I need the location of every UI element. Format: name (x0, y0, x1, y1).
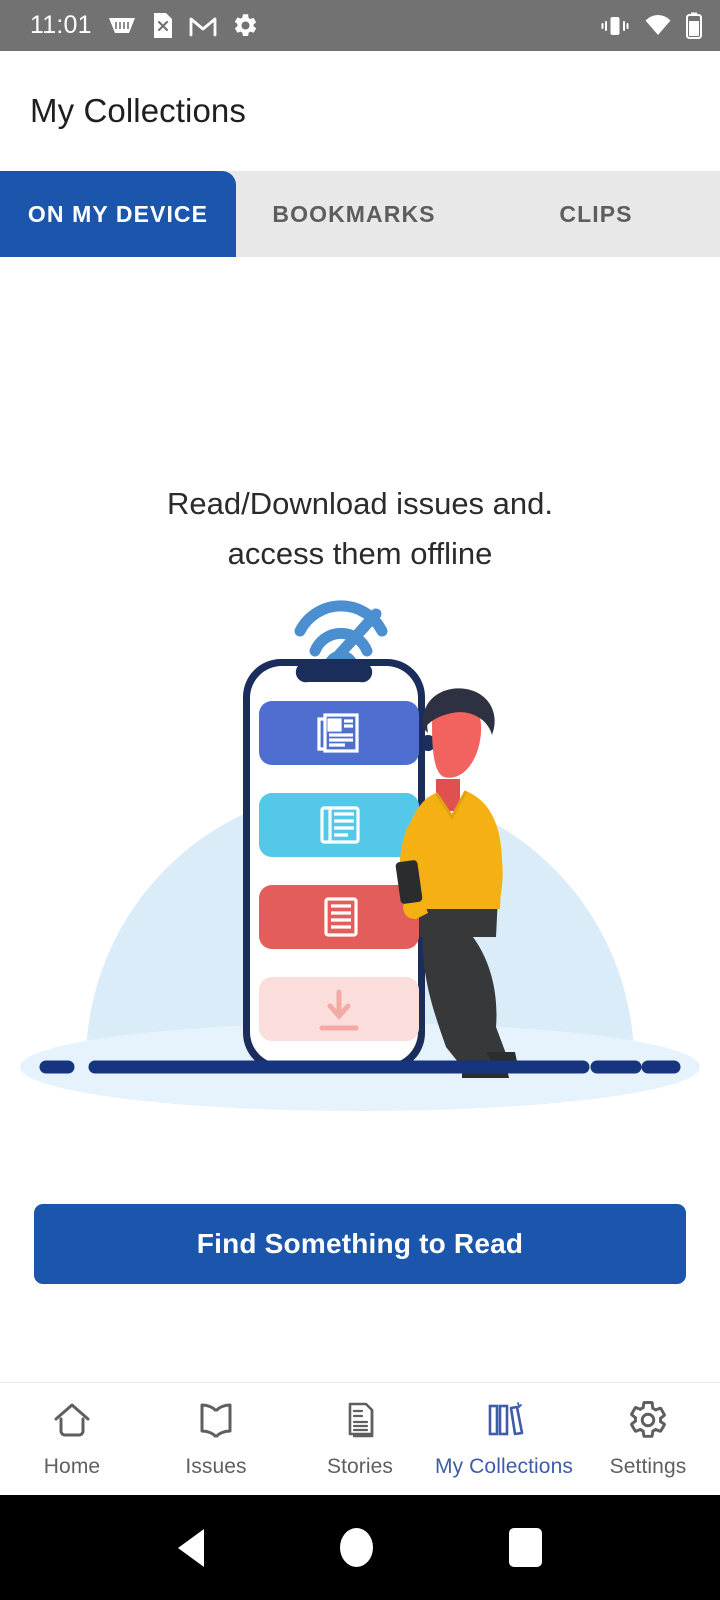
triangle-back-icon (178, 1528, 204, 1567)
circle-home-icon (340, 1528, 373, 1567)
gmail-icon (189, 14, 217, 38)
status-bar: 11:01 (0, 0, 720, 51)
nav-label: My Collections (435, 1455, 573, 1478)
tab-bar: ON MY DEVICE BOOKMARKS CLIPS (0, 171, 720, 257)
vibrate-icon (600, 14, 630, 38)
books-shelf-icon (482, 1399, 526, 1446)
nav-label: Issues (185, 1455, 247, 1478)
nav-item-home[interactable]: Home (0, 1399, 144, 1479)
app-root: 11:01 My Collections ON MY DEVICE BOOKMA… (0, 0, 720, 1600)
nav-label: Settings (609, 1455, 687, 1478)
content-area: Read/Download issues and. access them of… (0, 257, 720, 1382)
empty-state-line-2: access them offline (227, 536, 493, 571)
article-icon (338, 1399, 382, 1446)
nav-item-issues[interactable]: Issues (144, 1399, 288, 1479)
square-recents-icon (509, 1528, 542, 1567)
empty-state-line-1: Read/Download issues and. (166, 486, 554, 521)
newspaper-card (259, 701, 419, 765)
tab-label: BOOKMARKS (272, 200, 436, 227)
empty-state-message: Read/Download issues and. access them of… (0, 479, 720, 579)
offline-reading-illustration (0, 597, 720, 1197)
home-icon (50, 1399, 94, 1446)
status-bar-left: 11:01 (30, 12, 600, 39)
nav-label: Stories (326, 1455, 394, 1478)
magazine-card (259, 793, 419, 857)
nav-item-my-collections[interactable]: My Collections (432, 1399, 576, 1479)
app-bar: My Collections (0, 51, 720, 171)
wifi-icon (644, 14, 672, 37)
gear-icon (626, 1399, 670, 1446)
find-something-to-read-button[interactable]: Find Something to Read (34, 1204, 686, 1284)
gear-icon (232, 12, 259, 39)
download-card (259, 977, 419, 1041)
tab-on-my-device[interactable]: ON MY DEVICE (0, 171, 236, 257)
article-card (259, 885, 419, 949)
status-bar-right (600, 12, 702, 39)
book-open-icon (194, 1399, 238, 1446)
file-x-icon (152, 12, 174, 39)
tab-label: CLIPS (559, 200, 633, 227)
battery-icon (686, 12, 702, 39)
nav-label: Home (43, 1455, 101, 1478)
nav-item-settings[interactable]: Settings (576, 1399, 720, 1479)
home-button[interactable] (340, 1528, 373, 1567)
recents-button[interactable] (509, 1528, 542, 1567)
system-navigation-bar (0, 1495, 720, 1600)
status-clock: 11:01 (30, 11, 92, 39)
bottom-navigation: Home Issues Stories My Collections Setti (0, 1382, 720, 1495)
nav-item-stories[interactable]: Stories (288, 1399, 432, 1479)
page-title: My Collections (30, 92, 246, 129)
wallet-icon (107, 14, 137, 38)
back-button[interactable] (178, 1528, 204, 1567)
tab-label: ON MY DEVICE (27, 200, 209, 227)
tab-bookmarks[interactable]: BOOKMARKS (236, 171, 472, 257)
tab-clips[interactable]: CLIPS (472, 171, 720, 257)
